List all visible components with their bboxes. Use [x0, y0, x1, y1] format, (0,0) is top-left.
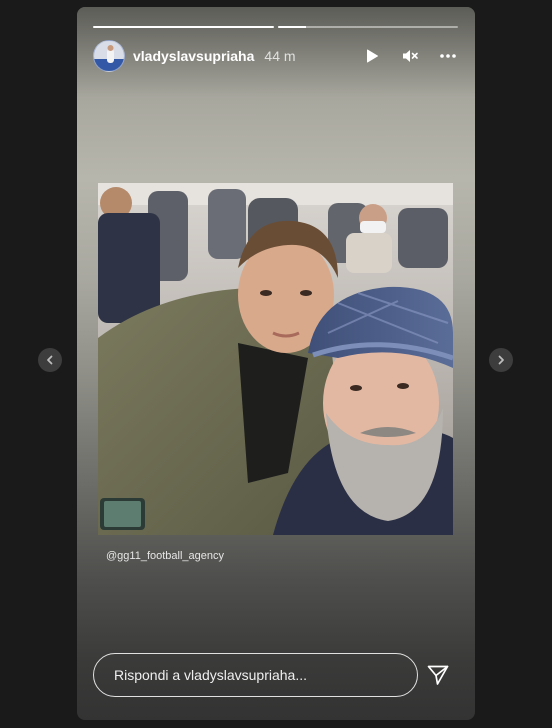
- play-icon: [367, 49, 378, 63]
- story-card[interactable]: vladyslavsupriaha 44 m @gg11_football_ag…: [77, 7, 475, 720]
- progress-fill: [93, 26, 274, 28]
- send-button[interactable]: [426, 663, 450, 687]
- story-viewer: vladyslavsupriaha 44 m @gg11_football_ag…: [0, 0, 552, 728]
- reply-input[interactable]: [114, 667, 404, 683]
- reply-field-container[interactable]: [93, 653, 418, 697]
- mention-tag[interactable]: @gg11_football_agency: [106, 550, 224, 562]
- avatar[interactable]: [93, 40, 125, 72]
- send-paper-plane-icon: [427, 665, 449, 685]
- mute-button[interactable]: [400, 46, 420, 66]
- previous-story-button[interactable]: [38, 348, 62, 372]
- avatar-image: [94, 41, 124, 71]
- play-button[interactable]: [362, 46, 382, 66]
- story-photo: [98, 183, 453, 535]
- more-horizontal-icon: [440, 54, 456, 58]
- chevron-left-icon: [47, 355, 53, 365]
- next-story-button[interactable]: [489, 348, 513, 372]
- story-header: vladyslavsupriaha 44 m: [93, 40, 458, 72]
- username[interactable]: vladyslavsupriaha: [133, 48, 254, 64]
- more-options-button[interactable]: [438, 46, 458, 66]
- time-ago: 44 m: [264, 48, 296, 64]
- progress-segment: [93, 26, 274, 28]
- chevron-right-icon: [498, 355, 504, 365]
- speaker-muted-icon: [403, 50, 418, 62]
- story-photo-image: [98, 183, 453, 535]
- story-controls: [362, 46, 458, 66]
- progress-fill: [277, 26, 307, 28]
- progress-segment: [277, 26, 458, 28]
- story-progress-bar: [93, 26, 458, 28]
